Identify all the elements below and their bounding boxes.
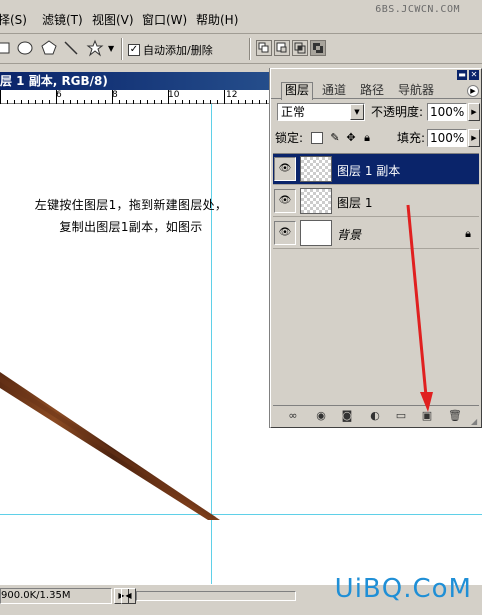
fill-field[interactable]: 100% [427,129,467,147]
window-bottom-edge [0,607,482,615]
horizontal-scrollbar[interactable] [136,591,296,601]
menu-select[interactable]: 择(S) [0,11,27,28]
subtract-shape-icon[interactable] [274,40,290,56]
ellipse-icon[interactable] [16,39,34,57]
mask-icon[interactable]: ◙ [339,409,355,423]
instruction-line: 复制出图层1副本，如图示 [59,220,203,234]
auto-add-checkbox[interactable]: ✓ [128,44,140,56]
close-icon[interactable]: ✕ [469,70,479,80]
palette-menu-icon[interactable]: ▶ [467,85,479,97]
lock-paint-icon[interactable]: ✎ [329,132,341,144]
trash-icon[interactable]: 🗑︎ [447,409,463,423]
resize-grip-icon[interactable]: ◢ [471,417,481,427]
ruler-label: 8 [112,90,118,100]
eye-icon[interactable]: 👁︎ [274,157,296,181]
layer-row[interactable]: 👁︎ 背景 🔒︎ [273,218,479,249]
tab-navigator[interactable]: 导航器 [395,83,437,99]
menu-filter[interactable]: 滤镜(T) [42,11,83,28]
fill-label: 填充: [397,131,426,145]
menu-window[interactable]: 窗口(W) [142,11,187,28]
layer-name: 图层 1 副本 [337,164,401,178]
scroll-left-arrow-icon[interactable]: ◀ [121,588,136,604]
menu-view[interactable]: 视图(V) [92,11,134,28]
eye-icon[interactable]: 👁︎ [274,189,296,213]
layer-list: 👁︎ 图层 1 副本 👁︎ 图层 1 👁︎ 背景 🔒︎ [273,153,479,403]
auto-add-label: 自动添加/删除 [143,44,213,57]
adjustment-layer-icon[interactable]: ◐ [367,409,383,423]
lock-row: 锁定: ✎ ✥ 🔒︎ 填充: 100% ▶ [275,129,480,149]
custom-shape-icon[interactable] [86,39,104,57]
layer-style-icon[interactable]: ◉ [313,409,329,423]
menu-help[interactable]: 帮助(H) [196,11,238,28]
rectangle-icon[interactable] [0,39,12,57]
ruler-label: 6 [56,90,62,100]
layer-thumbnail [300,220,332,246]
ruler-label: 12 [226,90,238,100]
opacity-label: 不透明度: [371,105,424,119]
watermark-top: 6BS.JCWCN.COM [375,4,460,15]
tab-paths[interactable]: 路径 [357,83,387,99]
folder-icon[interactable]: ▭ [393,409,409,423]
layer-row[interactable]: 👁︎ 图层 1 副本 [273,154,479,185]
separator [249,38,251,60]
lock-label: 锁定: [275,131,304,145]
options-bar: ▼ ✓ 自动添加/删除 [0,34,482,64]
layer-row[interactable]: 👁︎ 图层 1 [273,186,479,217]
minimize-icon[interactable]: ▬ [457,70,467,80]
palette-title-bar[interactable]: ▬ ✕ [271,69,481,81]
document-size-readout[interactable]: 900.0K/1.35M [0,588,112,604]
lock-move-icon[interactable]: ✥ [345,132,357,144]
polygon-icon[interactable] [40,39,58,57]
shape-dropdown-icon[interactable]: ▼ [108,44,114,53]
eye-icon[interactable]: 👁︎ [274,221,296,245]
separator [121,38,123,60]
watermark-bottom: UiBQ.CoM [334,574,472,604]
new-layer-icon[interactable]: ▣ [419,409,435,423]
chevron-down-icon[interactable]: ▼ [350,104,364,120]
instruction-line: 左键按住图层1，拖到新建图层处， [34,198,228,212]
exclude-shape-icon[interactable] [310,40,326,56]
intersect-shape-icon[interactable] [292,40,308,56]
lock-transparency-icon[interactable] [311,132,323,144]
blend-mode-value: 正常 [281,105,306,119]
palette-tabs: 图层 通道 路径 导航器 ▶ [271,81,481,100]
palette-bottom-bar: ∞ ◉ ◙ ◐ ▭ ▣ 🗑︎ [273,405,479,425]
auto-add-delete-option[interactable]: ✓ 自动添加/删除 [128,42,213,58]
layer-name: 图层 1 [337,196,373,210]
instruction-text: 左键按住图层1，拖到新建图层处， 复制出图层1副本，如图示 [0,194,262,238]
tab-channels[interactable]: 通道 [319,83,349,99]
layers-palette: ▬ ✕ 图层 通道 路径 导航器 ▶ 正常 ▼ 不透明度: 100% ▶ 锁定:… [270,68,482,428]
blend-row: 正常 ▼ 不透明度: 100% ▶ [275,103,480,123]
fill-slider-arrow-icon[interactable]: ▶ [468,129,480,147]
lock-all-icon[interactable]: 🔒︎ [361,132,373,144]
line-icon[interactable] [62,39,80,57]
opacity-slider-arrow-icon[interactable]: ▶ [468,103,480,121]
add-to-shape-icon[interactable] [256,40,272,56]
opacity-field[interactable]: 100% [427,103,467,121]
layer-name: 背景 [337,228,362,242]
tab-layers[interactable]: 图层 [281,82,314,100]
lock-icon: 🔒︎ [465,227,471,240]
link-icon[interactable]: ∞ [285,409,301,423]
layer-thumbnail [300,156,332,182]
blend-mode-select[interactable]: 正常 ▼ [277,103,365,121]
layer-thumbnail [300,188,332,214]
menu-bar: 择(S) 滤镜(T) 视图(V) 窗口(W) 帮助(H) 6BS.JCWCN.C… [0,0,482,34]
ruler-label: 10 [168,90,180,100]
